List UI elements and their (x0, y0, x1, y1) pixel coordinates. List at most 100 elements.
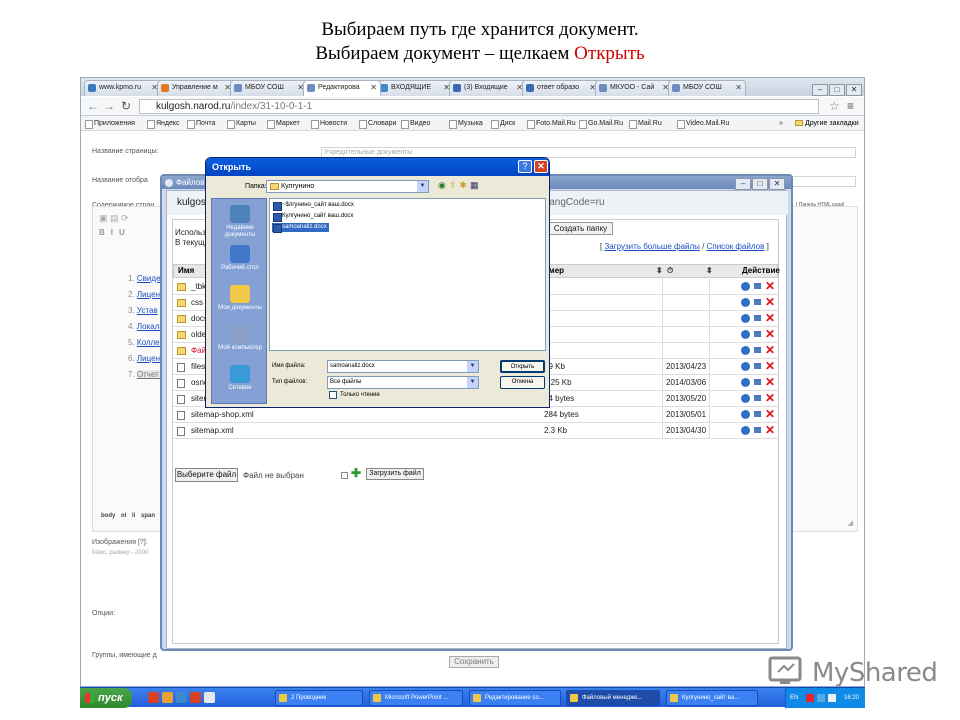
delete-icon[interactable]: ✕ (765, 295, 775, 309)
minimize-button[interactable]: – (812, 84, 828, 96)
bookmark-item[interactable]: Foto.Mail.Ru (527, 116, 576, 131)
edit-icon[interactable] (754, 427, 761, 433)
choose-file-button[interactable]: Выберите файл (175, 468, 238, 482)
filetype-dropdown-icon[interactable]: ▼ (467, 377, 478, 388)
bookmark-item[interactable]: Video.Mail.Ru (677, 116, 729, 131)
file-name[interactable]: sitemap-shop.xml (191, 407, 254, 422)
filename-dropdown-icon[interactable]: ▼ (467, 361, 478, 372)
info-icon[interactable] (741, 426, 750, 435)
file-name[interactable]: css (191, 295, 203, 310)
edit-icon[interactable] (754, 283, 761, 289)
tab-8[interactable]: МБОУ СОШ ✕ (668, 80, 746, 96)
list-item-link[interactable]: Устав (137, 306, 158, 315)
delete-icon[interactable]: ✕ (765, 375, 775, 389)
start-button[interactable]: пуск (80, 688, 132, 708)
edit-icon[interactable] (754, 411, 761, 417)
language-indicator[interactable]: EN (790, 688, 798, 708)
url-bar[interactable]: kulgosh.narod.ru/index/31-10-0-1-1 (139, 99, 819, 114)
taskbar-item[interactable]: Файловый менедже... (566, 690, 660, 706)
file-list[interactable]: ~$лгунино_сайт ваш.docx Кулгунино_сайт ва… (269, 198, 546, 351)
place-4[interactable]: Сетевое (212, 365, 268, 392)
cancel-button[interactable]: Отмена (500, 376, 545, 389)
quick-launch-icon[interactable] (204, 692, 215, 703)
save-button[interactable]: Сохранить (449, 656, 499, 668)
delete-icon[interactable]: ✕ (765, 327, 775, 341)
sort-date-icon[interactable]: ⬍ (706, 265, 713, 277)
quick-launch-icon[interactable] (162, 692, 173, 703)
file-name[interactable]: olde (191, 327, 206, 342)
tray-icon[interactable] (817, 694, 825, 702)
info-icon[interactable] (741, 298, 750, 307)
tray-icon[interactable] (828, 694, 836, 702)
taskbar-item[interactable]: Редактирование со... (469, 690, 561, 706)
file-list-item[interactable]: samoanaliz.docx (272, 223, 329, 233)
tray-icon[interactable] (806, 694, 814, 702)
help-button[interactable]: ? (518, 160, 532, 173)
maximize-button[interactable]: □ (829, 84, 845, 96)
delete-icon[interactable]: ✕ (765, 311, 775, 325)
upload-more-link[interactable]: Загрузить больше файлы (604, 242, 699, 251)
fm-minimize-button[interactable]: – (735, 178, 751, 190)
quick-launch-icon[interactable] (190, 692, 201, 703)
delete-icon[interactable]: ✕ (765, 359, 775, 373)
resize-handle-icon[interactable]: ◢ (848, 519, 853, 527)
quick-launch-icon[interactable] (148, 692, 159, 703)
info-icon[interactable] (741, 330, 750, 339)
edit-icon[interactable] (754, 395, 761, 401)
add-plus-icon[interactable]: ✚ (351, 466, 361, 480)
fm-maximize-button[interactable]: □ (752, 178, 768, 190)
info-icon[interactable] (741, 394, 750, 403)
tab-0[interactable]: www.kpmo.ru ✕ (84, 80, 162, 96)
star-icon[interactable]: ☆ (829, 99, 840, 113)
folder-select[interactable]: Кулгунино ▼ (266, 180, 429, 193)
upload-checkbox[interactable] (341, 472, 348, 479)
toolbar-icons-row1[interactable]: ▣ ▤ ⟳ (99, 213, 129, 224)
go-back-icon[interactable]: ◉ (438, 180, 449, 190)
quick-launch-icon[interactable] (176, 692, 187, 703)
place-3[interactable]: Мой компьютер (212, 325, 268, 352)
fm-close-button[interactable]: ✕ (769, 178, 785, 190)
forward-icon[interactable]: → (103, 99, 115, 113)
bookmark-item[interactable]: Карты (227, 116, 256, 131)
bookmark-item[interactable]: Новости (311, 116, 347, 131)
open-button[interactable]: Открыть (500, 360, 545, 373)
bookmarks-more[interactable]: » (779, 116, 783, 131)
taskbar-item[interactable]: Microsoft PowerPoint ... (369, 690, 463, 706)
delete-icon[interactable]: ✕ (765, 279, 775, 293)
taskbar-item[interactable]: Кулгунино_сайт ва... (666, 690, 758, 706)
bookmark-item[interactable]: Музыка (449, 116, 483, 131)
up-folder-icon[interactable]: ⇧ (449, 180, 460, 190)
edit-icon[interactable] (754, 379, 761, 385)
file-name[interactable]: sitemap.xml (191, 423, 234, 438)
table-row[interactable]: sitemap.xml 2.3 Kb 2013/04/30 ✕ (173, 423, 778, 439)
filetype-select[interactable]: Все файлы ▼ (327, 376, 479, 389)
info-icon[interactable] (741, 346, 750, 355)
back-icon[interactable]: ← (87, 99, 99, 113)
file-list-item[interactable]: Кулгунино_сайт ваш.docx (272, 212, 353, 222)
bookmark-item[interactable]: Приложения (85, 116, 135, 131)
file-list-link[interactable]: Список файлов (707, 242, 765, 251)
tab-close-icon[interactable]: ✕ (370, 81, 377, 95)
tab-5[interactable]: (3) Входящие ✕ (449, 80, 527, 96)
bookmark-item[interactable]: Словари (359, 116, 396, 131)
file-name[interactable]: _tbk (191, 279, 206, 294)
edit-icon[interactable] (754, 299, 761, 305)
bookmark-item[interactable]: Маркет (267, 116, 300, 131)
edit-icon[interactable] (754, 347, 761, 353)
edit-icon[interactable] (754, 315, 761, 321)
bookmark-item[interactable]: Яндекс (147, 116, 180, 131)
toolbar-icons-row2[interactable]: BIU (99, 228, 131, 237)
taskbar-item[interactable]: 2 Проводник (275, 690, 363, 706)
upload-file-button[interactable]: Загрузить файл (366, 468, 424, 480)
delete-icon[interactable]: ✕ (765, 391, 775, 405)
new-folder-icon[interactable]: ✱ (459, 180, 470, 190)
bookmark-item[interactable]: Go.Mail.Ru (579, 116, 623, 131)
delete-icon[interactable]: ✕ (765, 407, 775, 421)
place-1[interactable]: Рабочий стол (212, 245, 268, 272)
info-icon[interactable] (741, 378, 750, 387)
create-folder-button[interactable]: Создать папку (548, 222, 613, 235)
tab-4[interactable]: ВХОДЯЩИЕ ✕ (376, 80, 454, 96)
info-icon[interactable] (741, 362, 750, 371)
readonly-checkbox[interactable] (329, 391, 337, 399)
info-icon[interactable] (741, 410, 750, 419)
